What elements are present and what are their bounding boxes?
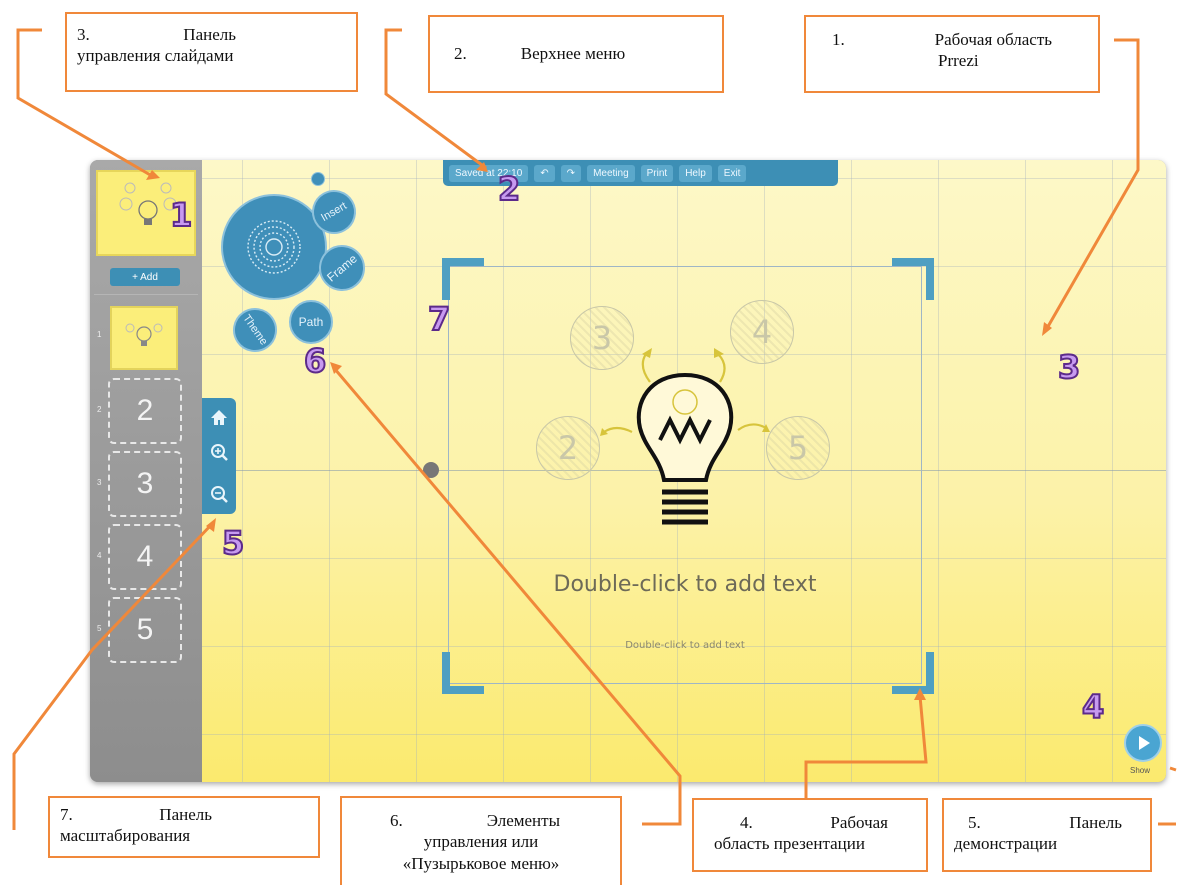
sidebar-divider <box>94 294 198 295</box>
path-bubble[interactable]: Path <box>289 300 333 344</box>
grid-line <box>938 160 939 782</box>
slide-index: 2 <box>97 405 102 414</box>
home-icon[interactable] <box>209 408 229 428</box>
badge-4: 4 <box>1081 687 1105 727</box>
callout-line: Prrezi <box>938 51 979 71</box>
callout-line: управления слайдами <box>77 46 234 66</box>
zoom-out-icon[interactable] <box>209 484 229 504</box>
callout-num: 6. <box>390 811 403 830</box>
frame-corner[interactable] <box>442 652 484 694</box>
badge-7: 7 <box>427 299 451 339</box>
callout-line: Панель <box>1069 813 1122 832</box>
callout-7: 7. Панель масштабирования <box>48 796 320 858</box>
callout-line: управления или <box>423 832 539 852</box>
bubble-menu: Insert Frame Path Theme <box>215 170 375 361</box>
callout-line: Панель <box>183 25 236 44</box>
grid-line <box>202 734 1166 735</box>
callout-line: «Пузырьковое меню» <box>402 853 560 873</box>
title-placeholder[interactable]: Double-click to add text <box>448 572 922 597</box>
undo-button[interactable]: ↶ <box>534 164 555 182</box>
frame-corner[interactable] <box>892 652 934 694</box>
callout-num: 7. <box>60 805 73 824</box>
prezi-logo-icon <box>247 220 301 274</box>
callout-line: масштабирования <box>60 826 191 846</box>
callout-2: 2. Верхнее меню <box>428 15 724 93</box>
badge-1: 1 <box>169 195 193 235</box>
callout-6: 6. Элементы управления или «Пузырьковое м… <box>340 796 622 885</box>
zoom-panel <box>202 398 236 514</box>
callout-line: Рабочая <box>830 813 888 832</box>
slide-thumbnail-5[interactable]: 5 <box>108 597 182 663</box>
frame-corner[interactable] <box>892 258 934 300</box>
slide-thumbnail-1[interactable] <box>110 306 178 370</box>
callout-line: Элементы <box>486 811 560 830</box>
callout-num: 5. <box>968 813 981 832</box>
exit-button[interactable]: Exit <box>717 164 747 182</box>
print-button[interactable]: Print <box>640 164 674 182</box>
callout-line: демонстрации <box>954 834 1058 854</box>
slide-index: 4 <box>97 551 102 560</box>
callout-num: 4. <box>740 813 753 832</box>
callout-1: 1. Рабочая область Prrezi <box>804 15 1100 93</box>
slide-thumbnail-3[interactable]: 3 <box>108 451 182 517</box>
play-icon <box>1139 736 1150 750</box>
callout-5: 5. Панель демонстрации <box>942 798 1152 872</box>
add-slide-button[interactable]: + Add <box>110 268 180 286</box>
callout-num: 1. <box>832 30 845 49</box>
callout-line: Панель <box>159 805 212 824</box>
callout-num: 3. <box>77 25 90 44</box>
callout-num: 2. <box>454 44 467 64</box>
slide-index: 3 <box>97 478 102 487</box>
slide-thumbnail-2[interactable]: 2 <box>108 378 182 444</box>
callout-line: область презентации <box>714 834 865 854</box>
callout-text: Верхнее меню <box>520 44 626 64</box>
bubble-handle[interactable] <box>311 172 325 186</box>
slide-index: 1 <box>97 330 102 339</box>
badge-3: 3 <box>1057 347 1081 387</box>
badge-6: 6 <box>303 341 327 381</box>
subtitle-placeholder[interactable]: Double-click to add text <box>448 640 922 651</box>
lightbulb-icon[interactable] <box>590 340 780 540</box>
badge-5: 5 <box>221 523 245 563</box>
show-label: Show <box>1130 766 1151 775</box>
grid-line <box>416 160 417 782</box>
badge-2: 2 <box>497 169 521 209</box>
slide-panel: + Add 1 2 2 3 3 4 4 5 5 <box>90 160 202 782</box>
slide-thumbnail-4[interactable]: 4 <box>108 524 182 590</box>
grid-line <box>1025 160 1026 782</box>
redo-button[interactable]: ↷ <box>560 164 582 182</box>
slide-index: 5 <box>97 624 102 633</box>
meeting-button[interactable]: Meeting <box>587 164 635 182</box>
callout-4: 4. Рабочая область презентации <box>692 798 928 872</box>
show-button[interactable] <box>1124 724 1162 762</box>
path-point-handle[interactable] <box>423 462 439 478</box>
theme-bubble[interactable]: Theme <box>224 299 286 361</box>
help-button[interactable]: Help <box>679 164 712 182</box>
zoom-in-icon[interactable] <box>209 442 229 462</box>
callout-3: 3. Панель управления слайдами <box>65 12 358 92</box>
lightbulb-icon <box>125 323 163 346</box>
grid-line <box>1112 160 1113 782</box>
frame-corner[interactable] <box>442 258 484 300</box>
callout-line: Рабочая область <box>934 30 1052 49</box>
